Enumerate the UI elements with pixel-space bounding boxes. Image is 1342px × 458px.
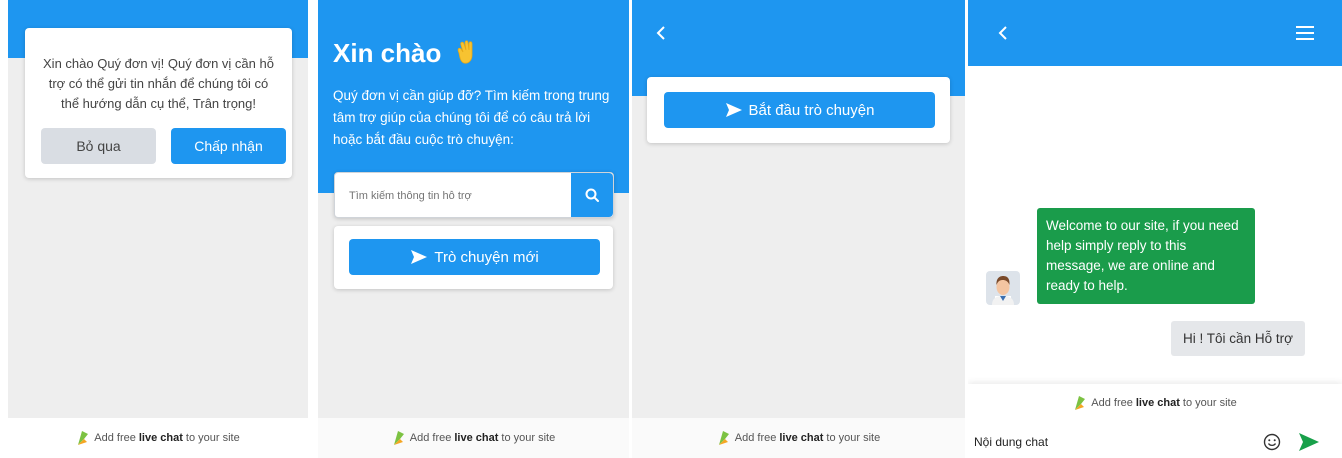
consent-card: Xin chào Quý đơn vị! Quý đơn vị cần hỗ t… — [25, 28, 292, 178]
hamburger-menu-icon — [1296, 26, 1314, 40]
footer-suffix: to your site — [1182, 397, 1237, 409]
brand-leaf-icon — [392, 430, 406, 446]
footer-suffix: to your site — [826, 432, 881, 444]
send-arrow-icon — [411, 250, 428, 264]
menu-button[interactable] — [1296, 26, 1314, 45]
footer-prefix: Add free — [734, 432, 777, 444]
new-chat-label: Trò chuyện mới — [434, 248, 539, 266]
chat-composer: Add free live chat to your site Nội dung… — [968, 384, 1342, 458]
consent-message: Xin chào Quý đơn vị! Quý đơn vị cần hỗ t… — [43, 56, 274, 111]
footer-bold: live chat — [779, 432, 824, 444]
search-button[interactable] — [571, 173, 613, 217]
back-button[interactable] — [656, 24, 666, 44]
chevron-left-icon — [656, 26, 665, 40]
powered-by-footer[interactable]: Add free live chat to your site — [968, 394, 1342, 412]
emoji-button[interactable] — [1263, 433, 1281, 456]
user-message-bubble: Hi ! Tôi cần Hỗ trợ — [1171, 321, 1305, 356]
start-chat-card: Bắt đầu trò chuyện — [647, 77, 950, 143]
footer-bold: live chat — [1135, 397, 1180, 409]
send-button[interactable] — [1298, 432, 1320, 457]
brand-leaf-icon — [1073, 395, 1087, 411]
search-box — [334, 172, 614, 218]
footer-prefix: Add free — [94, 432, 136, 444]
footer-prefix: Add free — [409, 432, 452, 444]
skip-button[interactable]: Bỏ qua — [41, 128, 156, 164]
search-input[interactable] — [347, 181, 569, 211]
powered-by-footer[interactable]: Add free live chat to your site — [8, 418, 308, 458]
send-arrow-icon — [1299, 433, 1319, 451]
brand-leaf-icon — [717, 430, 731, 446]
footer-prefix: Add free — [1091, 397, 1133, 409]
smiley-icon — [1263, 433, 1281, 451]
footer-suffix: to your site — [185, 432, 240, 444]
waving-hand-icon — [453, 39, 479, 72]
start-chat-label: Bắt đầu trò chuyện — [748, 101, 875, 119]
new-chat-card: Trò chuyện mới — [334, 226, 613, 289]
accept-button[interactable]: Chấp nhận — [171, 128, 286, 164]
start-chat-button[interactable]: Bắt đầu trò chuyện — [664, 92, 935, 128]
consent-panel: Xin chào Quý đơn vị! Quý đơn vị cần hỗ t… — [8, 0, 308, 458]
welcome-subtitle: Quý đơn vị cần giúp đỡ? Tìm kiếm trong t… — [333, 88, 610, 147]
brand-leaf-icon — [76, 430, 90, 446]
chat-panel: Welcome to our site, if you need help si… — [968, 0, 1342, 458]
bot-avatar — [986, 271, 1020, 305]
back-button[interactable] — [998, 24, 1008, 44]
welcome-title-text: Xin chào — [333, 38, 442, 68]
footer-suffix: to your site — [501, 432, 556, 444]
powered-by-footer[interactable]: Add free live chat to your site — [632, 418, 965, 458]
message-input[interactable]: Nội dung chat — [974, 432, 1234, 452]
welcome-panel: Xin chào Quý đơn vị cần giúp đỡ? Tìm kiế… — [318, 0, 629, 458]
chat-header — [968, 0, 1342, 66]
footer-bold: live chat — [454, 432, 499, 444]
start-panel: Bắt đầu trò chuyện Add free live chat to… — [632, 0, 965, 458]
bot-message-bubble: Welcome to our site, if you need help si… — [1037, 208, 1255, 304]
search-icon — [585, 188, 599, 202]
chevron-left-icon — [998, 26, 1007, 40]
welcome-title: Xin chào — [333, 38, 479, 72]
send-arrow-icon — [725, 103, 742, 117]
footer-bold: live chat — [138, 432, 183, 444]
new-chat-button[interactable]: Trò chuyện mới — [349, 239, 600, 275]
powered-by-footer[interactable]: Add free live chat to your site — [318, 418, 629, 458]
